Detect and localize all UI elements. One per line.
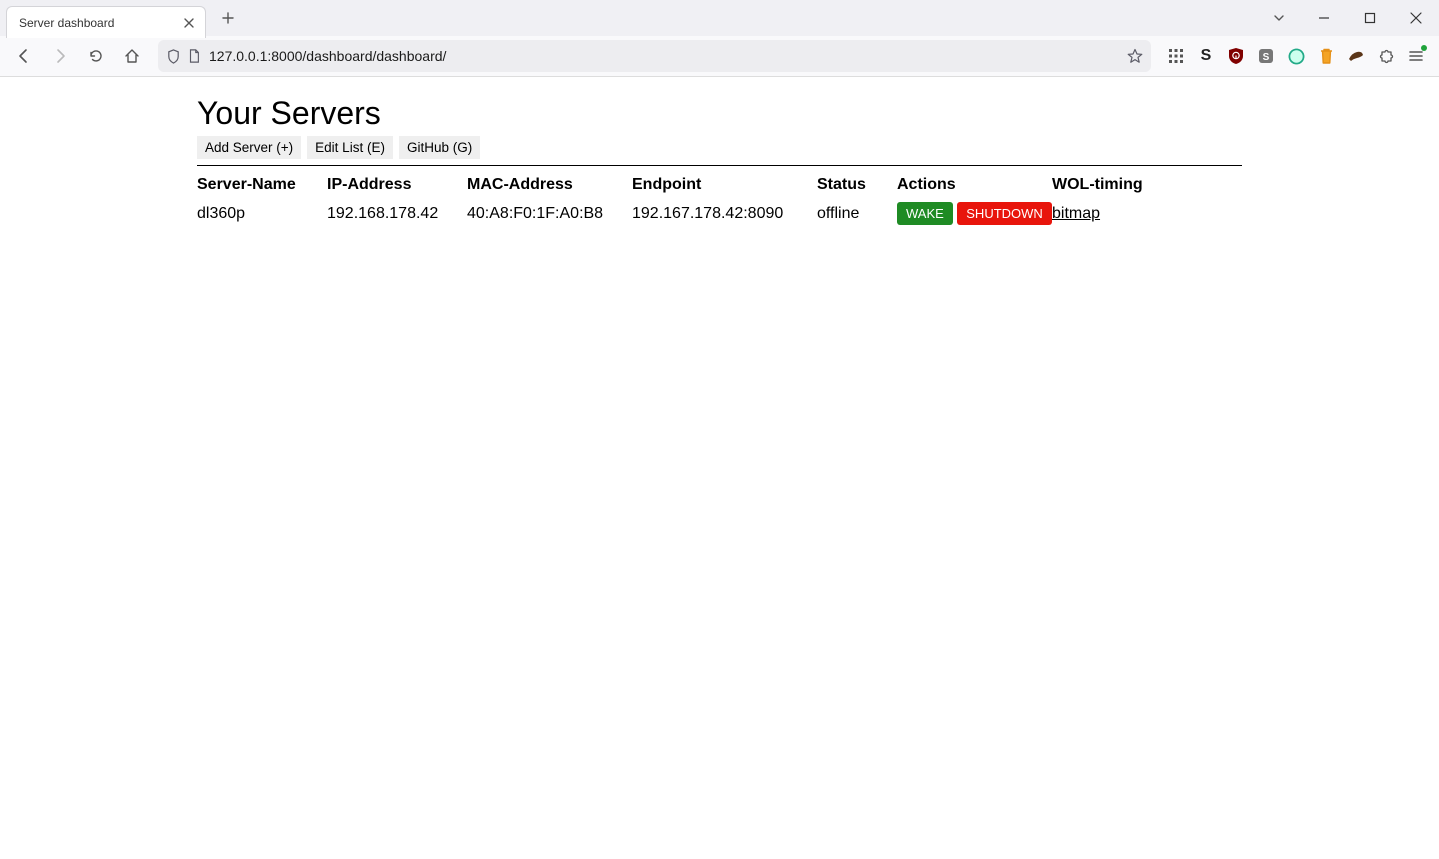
- forward-button[interactable]: [44, 40, 76, 72]
- extensions-row: S S: [1161, 41, 1431, 71]
- page-title: Your Servers: [197, 95, 1242, 132]
- browser-chrome: Server dashboard: [0, 0, 1439, 77]
- extensions-puzzle-icon[interactable]: [1371, 41, 1401, 71]
- extension-s-icon[interactable]: S: [1191, 41, 1221, 71]
- cell-actions: WAKE SHUTDOWN: [897, 198, 1052, 229]
- col-header-actions: Actions: [897, 172, 1052, 198]
- browser-toolbar: S S: [0, 36, 1439, 76]
- extension-square-icon[interactable]: S: [1251, 41, 1281, 71]
- extension-trash-icon[interactable]: [1311, 41, 1341, 71]
- svg-text:S: S: [1263, 52, 1270, 63]
- apps-grid-icon[interactable]: [1161, 41, 1191, 71]
- cell-name: dl360p: [197, 198, 327, 229]
- url-input[interactable]: [207, 47, 1121, 65]
- col-header-endpoint: Endpoint: [632, 172, 817, 198]
- table-row: dl360p 192.168.178.42 40:A8:F0:1F:A0:B8 …: [197, 198, 1242, 229]
- extension-brush-icon[interactable]: [1341, 41, 1371, 71]
- reload-button[interactable]: [80, 40, 112, 72]
- wol-timing-link[interactable]: bitmap: [1052, 205, 1100, 222]
- extension-globe-icon[interactable]: [1281, 41, 1311, 71]
- cell-ip: 192.168.178.42: [327, 198, 467, 229]
- col-header-mac: MAC-Address: [467, 172, 632, 198]
- close-window-button[interactable]: [1393, 0, 1439, 36]
- cell-wol: bitmap: [1052, 198, 1242, 229]
- page-icon: [187, 49, 201, 63]
- action-button-row: Add Server (+) Edit List (E) GitHub (G): [197, 136, 1242, 159]
- bookmark-star-icon[interactable]: [1127, 48, 1143, 64]
- home-button[interactable]: [116, 40, 148, 72]
- servers-table: Server-Name IP-Address MAC-Address Endpo…: [197, 172, 1242, 229]
- content-container: Your Servers Add Server (+) Edit List (E…: [197, 77, 1242, 229]
- col-header-wol: WOL-timing: [1052, 172, 1242, 198]
- wake-button[interactable]: WAKE: [897, 202, 953, 225]
- col-header-name: Server-Name: [197, 172, 327, 198]
- tab-strip: Server dashboard: [0, 0, 1439, 36]
- close-tab-icon[interactable]: [181, 15, 197, 31]
- menu-icon[interactable]: [1401, 41, 1431, 71]
- cell-status: offline: [817, 198, 897, 229]
- shutdown-button[interactable]: SHUTDOWN: [957, 202, 1052, 225]
- col-header-status: Status: [817, 172, 897, 198]
- extension-ublock-icon[interactable]: [1221, 41, 1251, 71]
- separator: [197, 165, 1242, 166]
- notification-dot-icon: [1421, 45, 1427, 51]
- cell-mac: 40:A8:F0:1F:A0:B8: [467, 198, 632, 229]
- tab-title: Server dashboard: [19, 16, 175, 30]
- page-body: Your Servers Add Server (+) Edit List (E…: [0, 77, 1439, 229]
- window-controls: [1261, 0, 1439, 36]
- tabs-overflow-button[interactable]: [1261, 11, 1297, 25]
- new-tab-button[interactable]: [214, 4, 242, 32]
- add-server-button[interactable]: Add Server (+): [197, 136, 301, 159]
- maximize-button[interactable]: [1347, 0, 1393, 36]
- minimize-button[interactable]: [1301, 0, 1347, 36]
- shield-icon[interactable]: [166, 49, 181, 64]
- browser-tab[interactable]: Server dashboard: [6, 6, 206, 38]
- cell-endpoint: 192.167.178.42:8090: [632, 198, 817, 229]
- col-header-ip: IP-Address: [327, 172, 467, 198]
- edit-list-button[interactable]: Edit List (E): [307, 136, 393, 159]
- github-button[interactable]: GitHub (G): [399, 136, 480, 159]
- table-header-row: Server-Name IP-Address MAC-Address Endpo…: [197, 172, 1242, 198]
- address-bar[interactable]: [158, 40, 1151, 72]
- back-button[interactable]: [8, 40, 40, 72]
